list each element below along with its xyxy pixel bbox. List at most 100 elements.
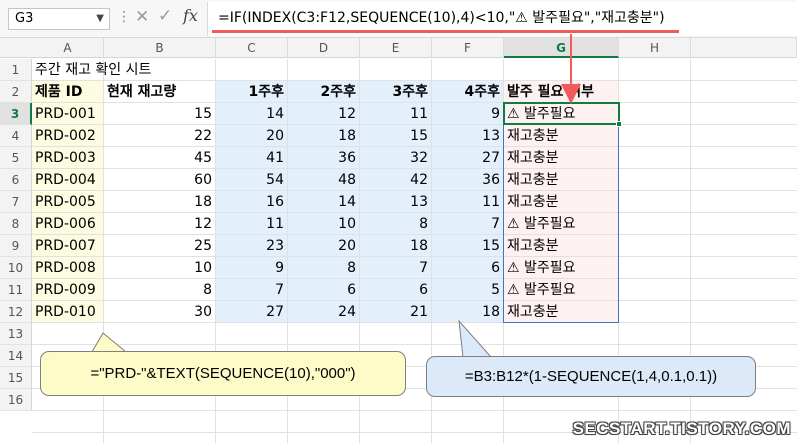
week-3-cell[interactable]: 18: [360, 235, 432, 257]
current-stock-cell[interactable]: 22: [104, 125, 216, 147]
column-header-g[interactable]: G: [504, 38, 619, 58]
row-header-4[interactable]: 4: [0, 125, 32, 147]
week-4-cell[interactable]: 36: [432, 169, 504, 191]
product-id-cell[interactable]: PRD-010: [32, 301, 104, 323]
column-header-e[interactable]: E: [360, 38, 432, 58]
header-week-3[interactable]: 3주후: [360, 81, 432, 103]
week-4-cell[interactable]: 9: [432, 103, 504, 125]
week-3-cell[interactable]: 15: [360, 125, 432, 147]
week-1-cell[interactable]: 27: [216, 301, 288, 323]
week-3-cell[interactable]: 32: [360, 147, 432, 169]
column-header-c[interactable]: C: [216, 38, 288, 58]
week-3-cell[interactable]: 6: [360, 279, 432, 301]
row-header-6[interactable]: 6: [0, 169, 32, 191]
product-id-cell[interactable]: PRD-003: [32, 147, 104, 169]
week-1-cell[interactable]: 41: [216, 147, 288, 169]
row-header-16[interactable]: 16: [0, 389, 32, 411]
week-3-cell[interactable]: 13: [360, 191, 432, 213]
week-1-cell[interactable]: 9: [216, 257, 288, 279]
row-header-7[interactable]: 7: [0, 191, 32, 213]
product-id-cell[interactable]: PRD-002: [32, 125, 104, 147]
row-header-11[interactable]: 11: [0, 279, 32, 301]
header-week-1[interactable]: 1주후: [216, 81, 288, 103]
column-header-d[interactable]: D: [288, 38, 360, 58]
column-header-f[interactable]: F: [432, 38, 504, 58]
current-stock-cell[interactable]: 45: [104, 147, 216, 169]
week-2-cell[interactable]: 18: [288, 125, 360, 147]
week-3-cell[interactable]: 8: [360, 213, 432, 235]
week-4-cell[interactable]: 6: [432, 257, 504, 279]
header-current-stock[interactable]: 현재 재고량: [104, 81, 216, 103]
week-1-cell[interactable]: 20: [216, 125, 288, 147]
week-4-cell[interactable]: 27: [432, 147, 504, 169]
row-header-1[interactable]: 1: [0, 59, 32, 81]
week-2-cell[interactable]: 14: [288, 191, 360, 213]
row-header-10[interactable]: 10: [0, 257, 32, 279]
fill-handle[interactable]: [616, 121, 622, 127]
week-2-cell[interactable]: 48: [288, 169, 360, 191]
week-4-cell[interactable]: 15: [432, 235, 504, 257]
row-header-13[interactable]: 13: [0, 323, 32, 345]
sheet-title[interactable]: 주간 재고 확인 시트: [32, 59, 282, 81]
week-4-cell[interactable]: 13: [432, 125, 504, 147]
week-1-cell[interactable]: 54: [216, 169, 288, 191]
week-3-cell[interactable]: 11: [360, 103, 432, 125]
confirm-icon[interactable]: ✓: [158, 6, 172, 26]
week-2-cell[interactable]: 6: [288, 279, 360, 301]
current-stock-cell[interactable]: 30: [104, 301, 216, 323]
current-stock-cell[interactable]: 60: [104, 169, 216, 191]
row-header-8[interactable]: 8: [0, 213, 32, 235]
week-1-cell[interactable]: 11: [216, 213, 288, 235]
week-2-cell[interactable]: 24: [288, 301, 360, 323]
current-stock-cell[interactable]: 18: [104, 191, 216, 213]
week-3-cell[interactable]: 42: [360, 169, 432, 191]
name-box[interactable]: G3 ▼: [8, 8, 110, 30]
product-id-cell[interactable]: PRD-004: [32, 169, 104, 191]
column-header-h[interactable]: H: [619, 38, 691, 58]
current-stock-cell[interactable]: 12: [104, 213, 216, 235]
current-stock-cell[interactable]: 10: [104, 257, 216, 279]
row-header-3[interactable]: 3: [0, 103, 32, 125]
week-4-cell[interactable]: 11: [432, 191, 504, 213]
product-id-cell[interactable]: PRD-006: [32, 213, 104, 235]
week-1-cell[interactable]: 16: [216, 191, 288, 213]
more-options-icon[interactable]: ⋮: [117, 9, 131, 25]
week-2-cell[interactable]: 10: [288, 213, 360, 235]
row-header-12[interactable]: 12: [0, 301, 32, 323]
row-header-15[interactable]: 15: [0, 367, 32, 389]
product-id-cell[interactable]: PRD-008: [32, 257, 104, 279]
week-2-cell[interactable]: 8: [288, 257, 360, 279]
cancel-icon[interactable]: ✕: [135, 7, 149, 27]
header-week-4[interactable]: 4주후: [432, 81, 504, 103]
product-id-cell[interactable]: PRD-009: [32, 279, 104, 301]
product-id-cell[interactable]: PRD-005: [32, 191, 104, 213]
current-stock-cell[interactable]: 15: [104, 103, 216, 125]
week-4-cell[interactable]: 18: [432, 301, 504, 323]
row-header-14[interactable]: 14: [0, 345, 32, 367]
active-cell-g3[interactable]: [503, 102, 620, 125]
header-order-needed[interactable]: 발주 필요 여부: [504, 81, 619, 103]
row-header-9[interactable]: 9: [0, 235, 32, 257]
header-product-id[interactable]: 제품 ID: [32, 81, 104, 103]
column-header-b[interactable]: B: [104, 38, 216, 58]
week-2-cell[interactable]: 20: [288, 235, 360, 257]
week-3-cell[interactable]: 21: [360, 301, 432, 323]
week-4-cell[interactable]: 7: [432, 213, 504, 235]
week-1-cell[interactable]: 7: [216, 279, 288, 301]
product-id-cell[interactable]: PRD-001: [32, 103, 104, 125]
row-header-2[interactable]: 2: [0, 81, 32, 103]
current-stock-cell[interactable]: 8: [104, 279, 216, 301]
column-header-a[interactable]: A: [32, 38, 104, 58]
week-4-cell[interactable]: 5: [432, 279, 504, 301]
chevron-down-icon[interactable]: ▼: [96, 9, 104, 29]
week-2-cell[interactable]: 12: [288, 103, 360, 125]
week-2-cell[interactable]: 36: [288, 147, 360, 169]
week-1-cell[interactable]: 23: [216, 235, 288, 257]
current-stock-cell[interactable]: 25: [104, 235, 216, 257]
product-id-cell[interactable]: PRD-007: [32, 235, 104, 257]
week-3-cell[interactable]: 7: [360, 257, 432, 279]
header-week-2[interactable]: 2주후: [288, 81, 360, 103]
insert-function-icon[interactable]: fx: [183, 6, 198, 25]
row-header-5[interactable]: 5: [0, 147, 32, 169]
week-1-cell[interactable]: 14: [216, 103, 288, 125]
